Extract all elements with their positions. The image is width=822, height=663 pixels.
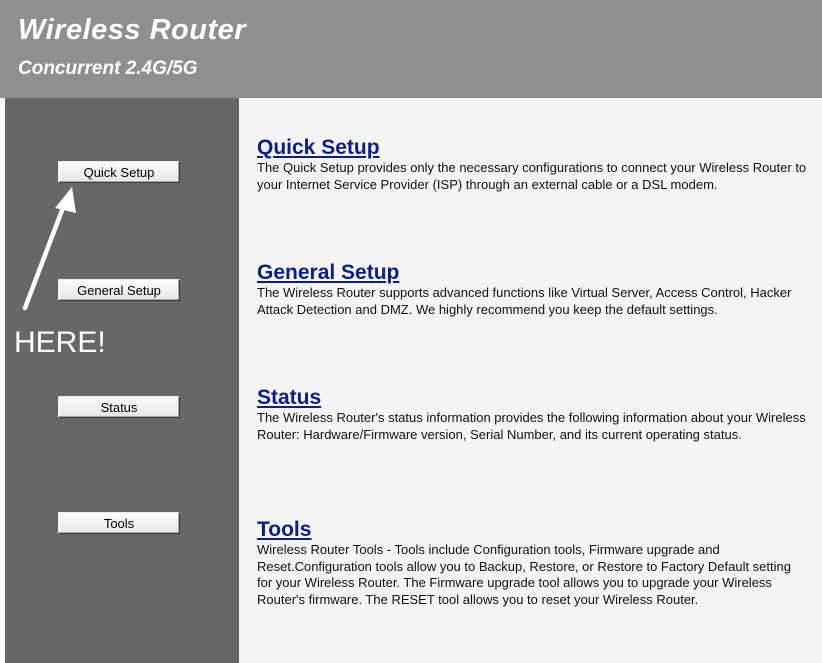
quick-setup-description: The Quick Setup provides only the necess… <box>257 160 807 192</box>
status-link[interactable]: Status <box>257 386 321 410</box>
status-description: The Wireless Router's status information… <box>257 410 806 442</box>
general-setup-description: The Wireless Router supports advanced fu… <box>257 285 792 317</box>
main-content: Quick Setup The Quick Setup provides onl… <box>239 98 822 663</box>
annotation-label: HERE! <box>14 326 106 359</box>
section-general-setup: General Setup The Wireless Router suppor… <box>257 261 807 318</box>
general-setup-link[interactable]: General Setup <box>257 261 399 285</box>
section-status: Status The Wireless Router's status info… <box>257 386 807 443</box>
quick-setup-link[interactable]: Quick Setup <box>257 136 380 160</box>
section-quick-setup: Quick Setup The Quick Setup provides onl… <box>257 136 807 193</box>
tools-description: Wireless Router Tools - Tools include Co… <box>257 542 791 607</box>
section-tools: Tools Wireless Router Tools - Tools incl… <box>257 518 807 608</box>
tools-link[interactable]: Tools <box>257 518 311 542</box>
